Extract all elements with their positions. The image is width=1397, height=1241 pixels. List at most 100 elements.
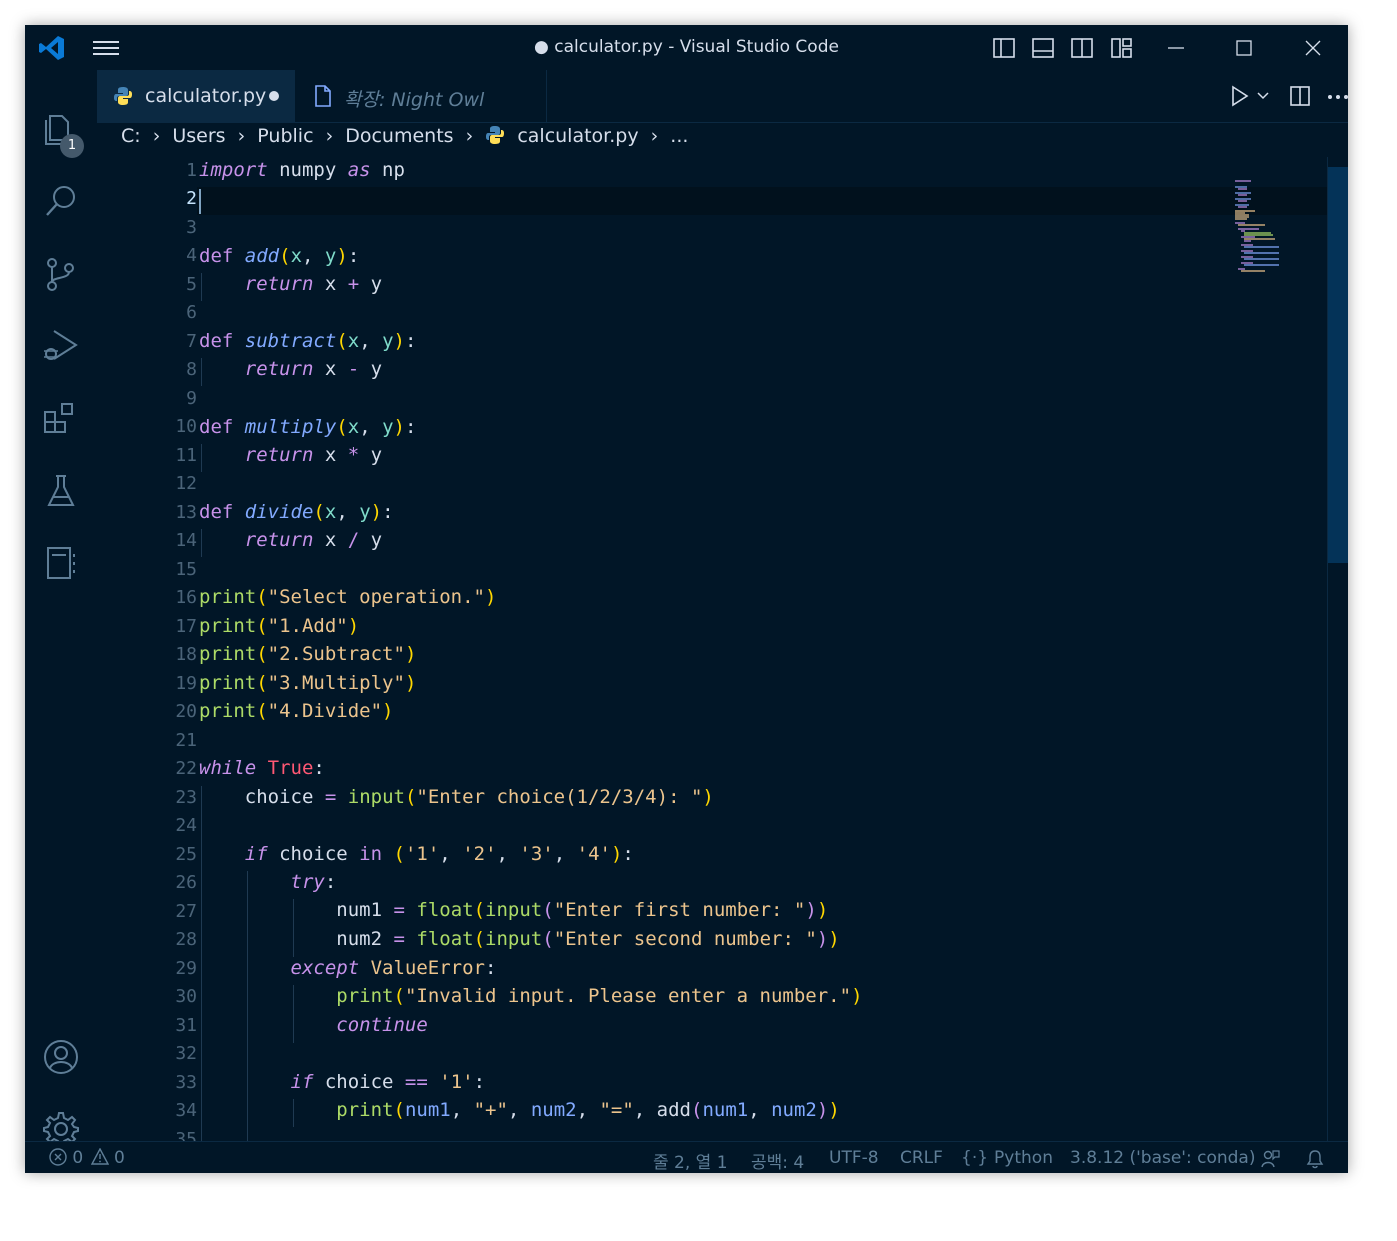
line-number: 23 bbox=[175, 787, 197, 808]
encoding[interactable]: UTF-8 bbox=[829, 1148, 879, 1168]
split-editor-icon[interactable] bbox=[1289, 85, 1311, 107]
current-line-highlight bbox=[197, 187, 1327, 215]
code-line: num1 = float(input("Enter first number: … bbox=[199, 899, 829, 921]
code-line: while True: bbox=[199, 757, 325, 779]
breadcrumb: C: › Users › Public › Documents › calcul… bbox=[121, 125, 688, 155]
line-number: 32 bbox=[175, 1043, 197, 1064]
line-number: 30 bbox=[175, 986, 197, 1007]
braces-icon: {·} bbox=[961, 1148, 989, 1168]
error-icon bbox=[49, 1148, 67, 1166]
code-line: def multiply(x, y): bbox=[199, 416, 417, 438]
toggle-secondary-sidebar-icon[interactable] bbox=[1071, 37, 1093, 59]
code-line: num2 = float(input("Enter second number:… bbox=[199, 928, 840, 950]
text-cursor bbox=[199, 189, 201, 214]
line-number: 1 bbox=[186, 160, 197, 181]
breadcrumb-item-documents[interactable]: Documents bbox=[345, 125, 453, 147]
problems-indicator[interactable]: 0 0 bbox=[49, 1147, 125, 1168]
close-icon[interactable] bbox=[1302, 37, 1324, 59]
tab-extension-night-owl[interactable]: 확장: Night Owl bbox=[296, 70, 547, 122]
code-line: def subtract(x, y): bbox=[199, 330, 417, 352]
toggle-panel-icon[interactable] bbox=[1032, 37, 1054, 59]
line-number: 34 bbox=[175, 1100, 197, 1121]
notebook-icon[interactable] bbox=[42, 544, 80, 582]
breadcrumb-item-drive[interactable]: C: bbox=[121, 125, 141, 147]
maximize-icon[interactable] bbox=[1233, 37, 1255, 59]
run-python-file-icon[interactable] bbox=[1230, 85, 1250, 107]
extensions-icon[interactable] bbox=[42, 400, 80, 438]
scrollbar-thumb[interactable] bbox=[1328, 167, 1348, 563]
tab-label: calculator.py bbox=[145, 85, 267, 107]
toggle-primary-sidebar-icon[interactable] bbox=[993, 37, 1015, 59]
line-number: 22 bbox=[175, 758, 197, 779]
line-number: 9 bbox=[186, 388, 197, 409]
line-number: 10 bbox=[175, 416, 197, 437]
line-number: 11 bbox=[175, 445, 197, 466]
code-line: print("1.Add") bbox=[199, 615, 360, 637]
line-ending[interactable]: CRLF bbox=[900, 1148, 943, 1168]
vertical-scrollbar[interactable] bbox=[1327, 157, 1348, 1141]
notifications-bell-icon[interactable] bbox=[1306, 1149, 1324, 1169]
line-number: 24 bbox=[175, 815, 197, 836]
indentation[interactable]: 공백: 4 bbox=[751, 1148, 804, 1173]
breadcrumb-separator-icon: › bbox=[325, 125, 334, 147]
line-number: 21 bbox=[175, 730, 197, 751]
account-icon[interactable] bbox=[42, 1038, 80, 1076]
breadcrumb-item-file[interactable]: calculator.py bbox=[517, 125, 638, 147]
line-number: 6 bbox=[186, 302, 197, 323]
language-label: Python bbox=[994, 1148, 1053, 1168]
code-line: except ValueError: bbox=[290, 957, 497, 979]
code-line: return x + y bbox=[244, 273, 383, 295]
tab-calculator-py[interactable]: calculator.py bbox=[97, 70, 295, 122]
code-editor[interactable]: 1 2 3 4 5 6 7 8 9 10 11 12 13 14 15 16 17 18 19 20 21 22 23 24 2… bbox=[97, 157, 1348, 1141]
line-number: 26 bbox=[175, 872, 197, 893]
customize-layout-icon[interactable] bbox=[1111, 37, 1133, 59]
python-interpreter[interactable]: 3.8.12 ('base': conda) bbox=[1070, 1148, 1255, 1168]
line-number: 5 bbox=[186, 274, 197, 295]
code-line: print("Invalid input. Please enter a num… bbox=[336, 985, 863, 1007]
line-number: 3 bbox=[186, 217, 197, 238]
code-line: if choice in ('1', '2', '3', '4'): bbox=[244, 843, 634, 865]
testing-icon[interactable] bbox=[42, 472, 80, 510]
breadcrumb-separator-icon: › bbox=[650, 125, 659, 147]
python-file-icon bbox=[114, 87, 132, 105]
run-debug-icon[interactable] bbox=[42, 327, 80, 365]
line-number: 12 bbox=[175, 473, 197, 494]
feedback-icon[interactable] bbox=[1260, 1149, 1280, 1169]
line-number: 29 bbox=[175, 958, 197, 979]
line-number: 28 bbox=[175, 929, 197, 950]
line-number: 18 bbox=[175, 644, 197, 665]
language-mode[interactable]: {·} Python bbox=[961, 1148, 1053, 1168]
line-number: 15 bbox=[175, 559, 197, 580]
minimize-icon[interactable] bbox=[1165, 37, 1187, 59]
search-icon[interactable] bbox=[42, 182, 80, 220]
breadcrumb-separator-icon: › bbox=[152, 125, 161, 147]
code-line: def divide(x, y): bbox=[199, 501, 394, 523]
code-line: print("2.Subtract") bbox=[199, 643, 417, 665]
error-count: 0 bbox=[72, 1148, 84, 1168]
activity-bar: 1 bbox=[25, 70, 97, 1147]
line-number: 13 bbox=[175, 502, 197, 523]
line-number: 4 bbox=[186, 245, 197, 266]
code-line: try: bbox=[290, 871, 337, 893]
warning-count: 0 bbox=[114, 1148, 125, 1168]
chevron-down-icon[interactable] bbox=[1257, 90, 1269, 102]
file-preview-icon bbox=[315, 85, 331, 107]
code-line: print(num1, "+", num2, "=", add(num1, nu… bbox=[336, 1099, 840, 1121]
more-actions-icon[interactable] bbox=[1327, 94, 1348, 100]
unsaved-dot-icon[interactable] bbox=[269, 91, 279, 101]
cursor-position[interactable]: 줄 2, 열 1 bbox=[653, 1148, 728, 1173]
line-number: 19 bbox=[175, 673, 197, 694]
editor-tab-bar: calculator.py 확장: Night Owl bbox=[97, 70, 1348, 123]
line-number: 7 bbox=[186, 331, 197, 352]
minimap[interactable] bbox=[1235, 179, 1315, 279]
breadcrumb-item-public[interactable]: Public bbox=[257, 125, 313, 147]
code-line: choice = input("Enter choice(1/2/3/4): "… bbox=[199, 786, 714, 808]
python-file-icon bbox=[486, 126, 505, 144]
vscode-window: ● calculator.py - Visual Studio Code 1 c… bbox=[25, 25, 1348, 1173]
source-control-icon[interactable] bbox=[42, 255, 80, 293]
warning-icon bbox=[90, 1147, 109, 1165]
breadcrumb-item-users[interactable]: Users bbox=[172, 125, 225, 147]
line-number: 8 bbox=[186, 359, 197, 380]
line-number: 31 bbox=[175, 1015, 197, 1036]
breadcrumb-item-symbols[interactable]: ... bbox=[670, 125, 688, 147]
